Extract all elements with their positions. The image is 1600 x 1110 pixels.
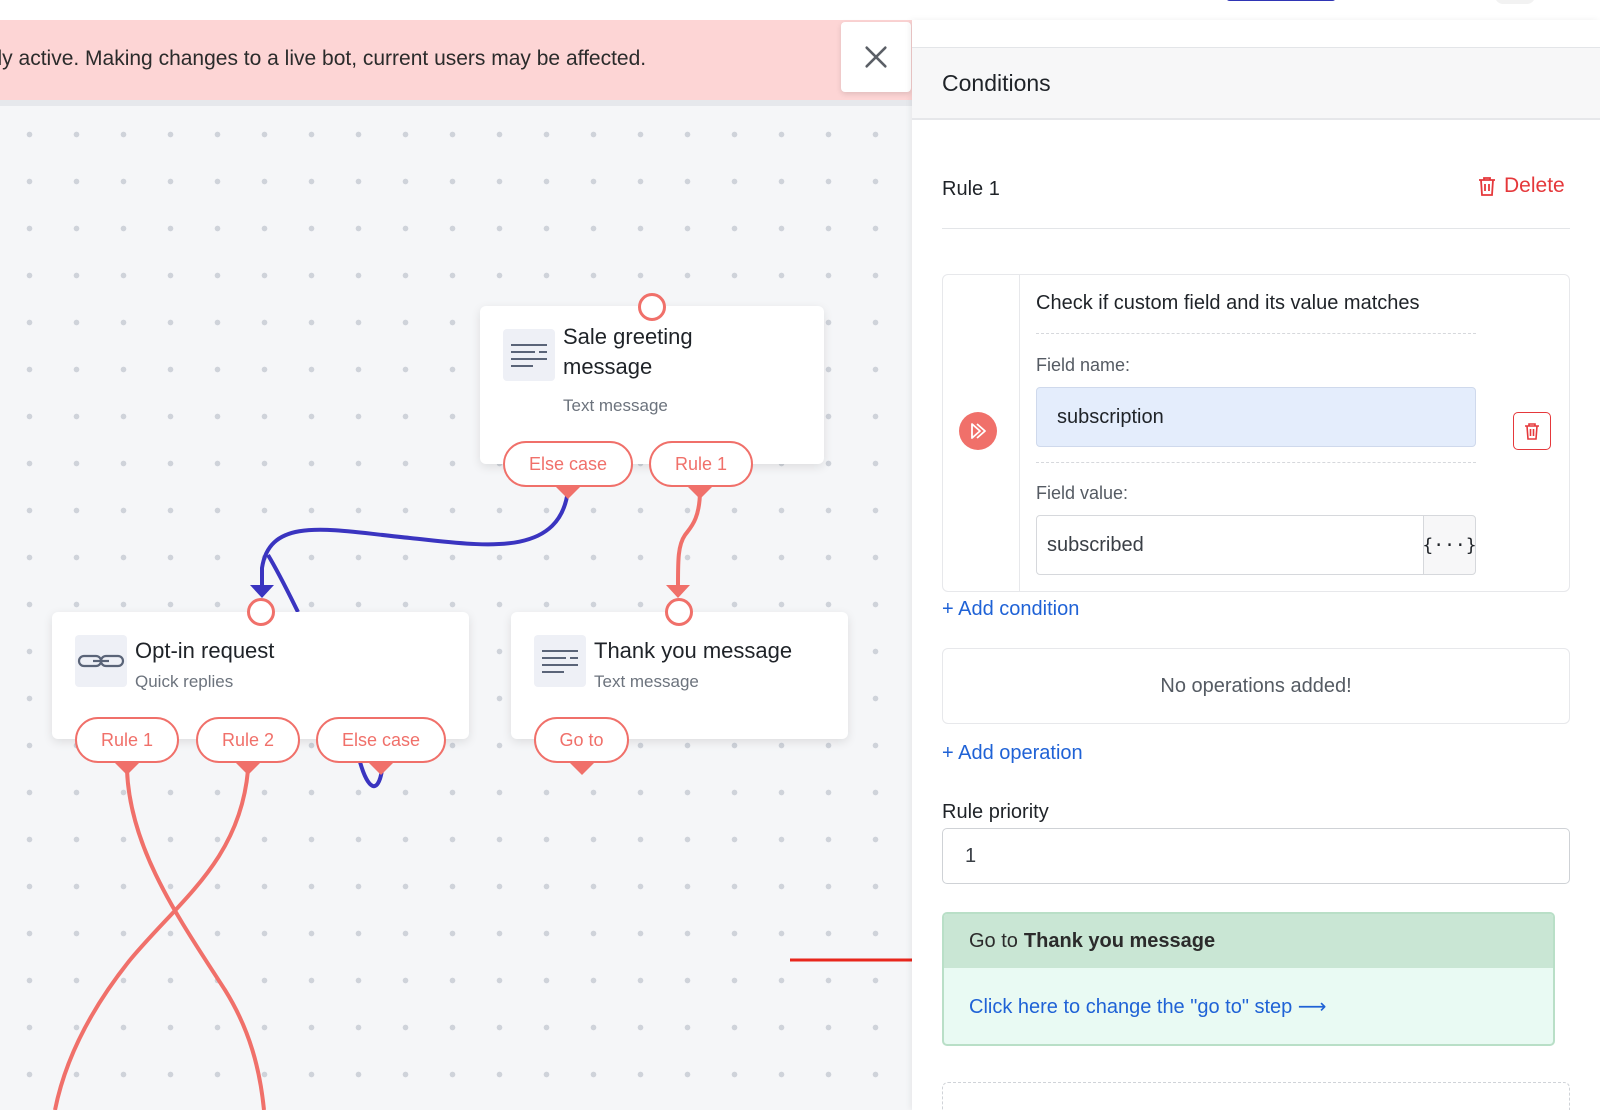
trash-icon [1525,423,1539,440]
delete-rule-button[interactable]: Delete [1478,174,1565,198]
chip-rule-1[interactable]: Rule 1 [649,441,753,487]
rule-priority-input[interactable]: 1 [942,828,1570,884]
add-operation-button[interactable]: + Add operation [942,742,1083,765]
condition-heading: Check if custom field and its value matc… [1036,292,1420,314]
goto-header: Go to Thank you message [944,914,1553,968]
goto-prefix: Go to [969,929,1018,952]
field-value-label: Field value: [1036,483,1129,503]
run-condition-button[interactable] [959,412,997,450]
play-forward-icon [971,423,986,439]
delete-condition-button[interactable] [1513,412,1551,450]
output-port[interactable] [687,486,713,499]
next-section-outline [942,1082,1570,1110]
output-port[interactable] [569,762,595,775]
chip-rule-2[interactable]: Rule 2 [196,717,300,763]
condition-card: Check if custom field and its value matc… [942,274,1570,592]
close-icon [865,46,887,68]
avatar[interactable] [1495,0,1535,4]
field-value-input[interactable]: subscribed [1036,515,1424,575]
output-port[interactable] [235,762,261,775]
delete-label: Delete [1504,174,1565,197]
trash-icon [1479,177,1495,196]
add-condition-button[interactable]: + Add condition [942,598,1079,621]
panel-header: Conditions [912,48,1600,120]
panel-title: Conditions [942,70,1051,96]
insert-variable-button[interactable]: {···} [1422,515,1477,575]
rule-title: Rule 1 [942,178,1000,200]
top-nav-indicator [1226,0,1336,1]
change-goto-step-link[interactable]: Click here to change the "go to" step ⟶ [969,994,1327,1019]
operations-empty-state: No operations added! [942,648,1570,724]
field-name-input[interactable]: subscription [1036,387,1476,447]
conditions-panel: Conditions Rule 1 Delete Check if custom… [912,20,1600,1110]
input-port[interactable] [638,293,666,321]
divider [1036,462,1476,463]
banner-message: ntly active. Making changes to a live bo… [0,47,647,70]
output-port[interactable] [368,762,394,775]
node-title: Thank you message [594,638,793,663]
input-port[interactable] [665,598,693,626]
node-title: Sale greeting [563,324,693,349]
text-lines-icon [503,329,555,381]
output-port[interactable] [555,486,581,499]
chip-rule-1[interactable]: Rule 1 [75,717,179,763]
chip-else-case[interactable]: Else case [503,441,633,487]
live-bot-warning-banner: ntly active. Making changes to a live bo… [0,20,912,100]
rule-priority-label: Rule priority [942,801,1049,823]
output-port[interactable] [114,762,140,775]
node-subtitle: Quick replies [135,672,234,691]
node-title: Opt-in request [135,638,275,663]
divider [1036,333,1476,334]
node-title: message [563,354,653,379]
divider [942,228,1570,229]
chip-else-case[interactable]: Else case [316,717,446,763]
condition-gutter [943,275,1020,591]
top-strip [0,0,1600,20]
node-subtitle: Text message [594,672,699,691]
goto-target: Thank you message [1023,929,1216,952]
canvas-top-border [0,100,912,106]
banner-close-button[interactable] [841,22,911,92]
link-chain-icon [75,635,127,687]
goto-step-card: Go to Thank you message Click here to ch… [942,912,1555,1046]
field-name-label: Field name: [1036,355,1131,375]
text-lines-icon [534,635,586,687]
node-subtitle: Text message [563,396,668,415]
input-port[interactable] [247,598,275,626]
flow-canvas[interactable] [0,105,912,1110]
panel-topbar [912,20,1600,48]
chip-go-to[interactable]: Go to [534,717,629,763]
